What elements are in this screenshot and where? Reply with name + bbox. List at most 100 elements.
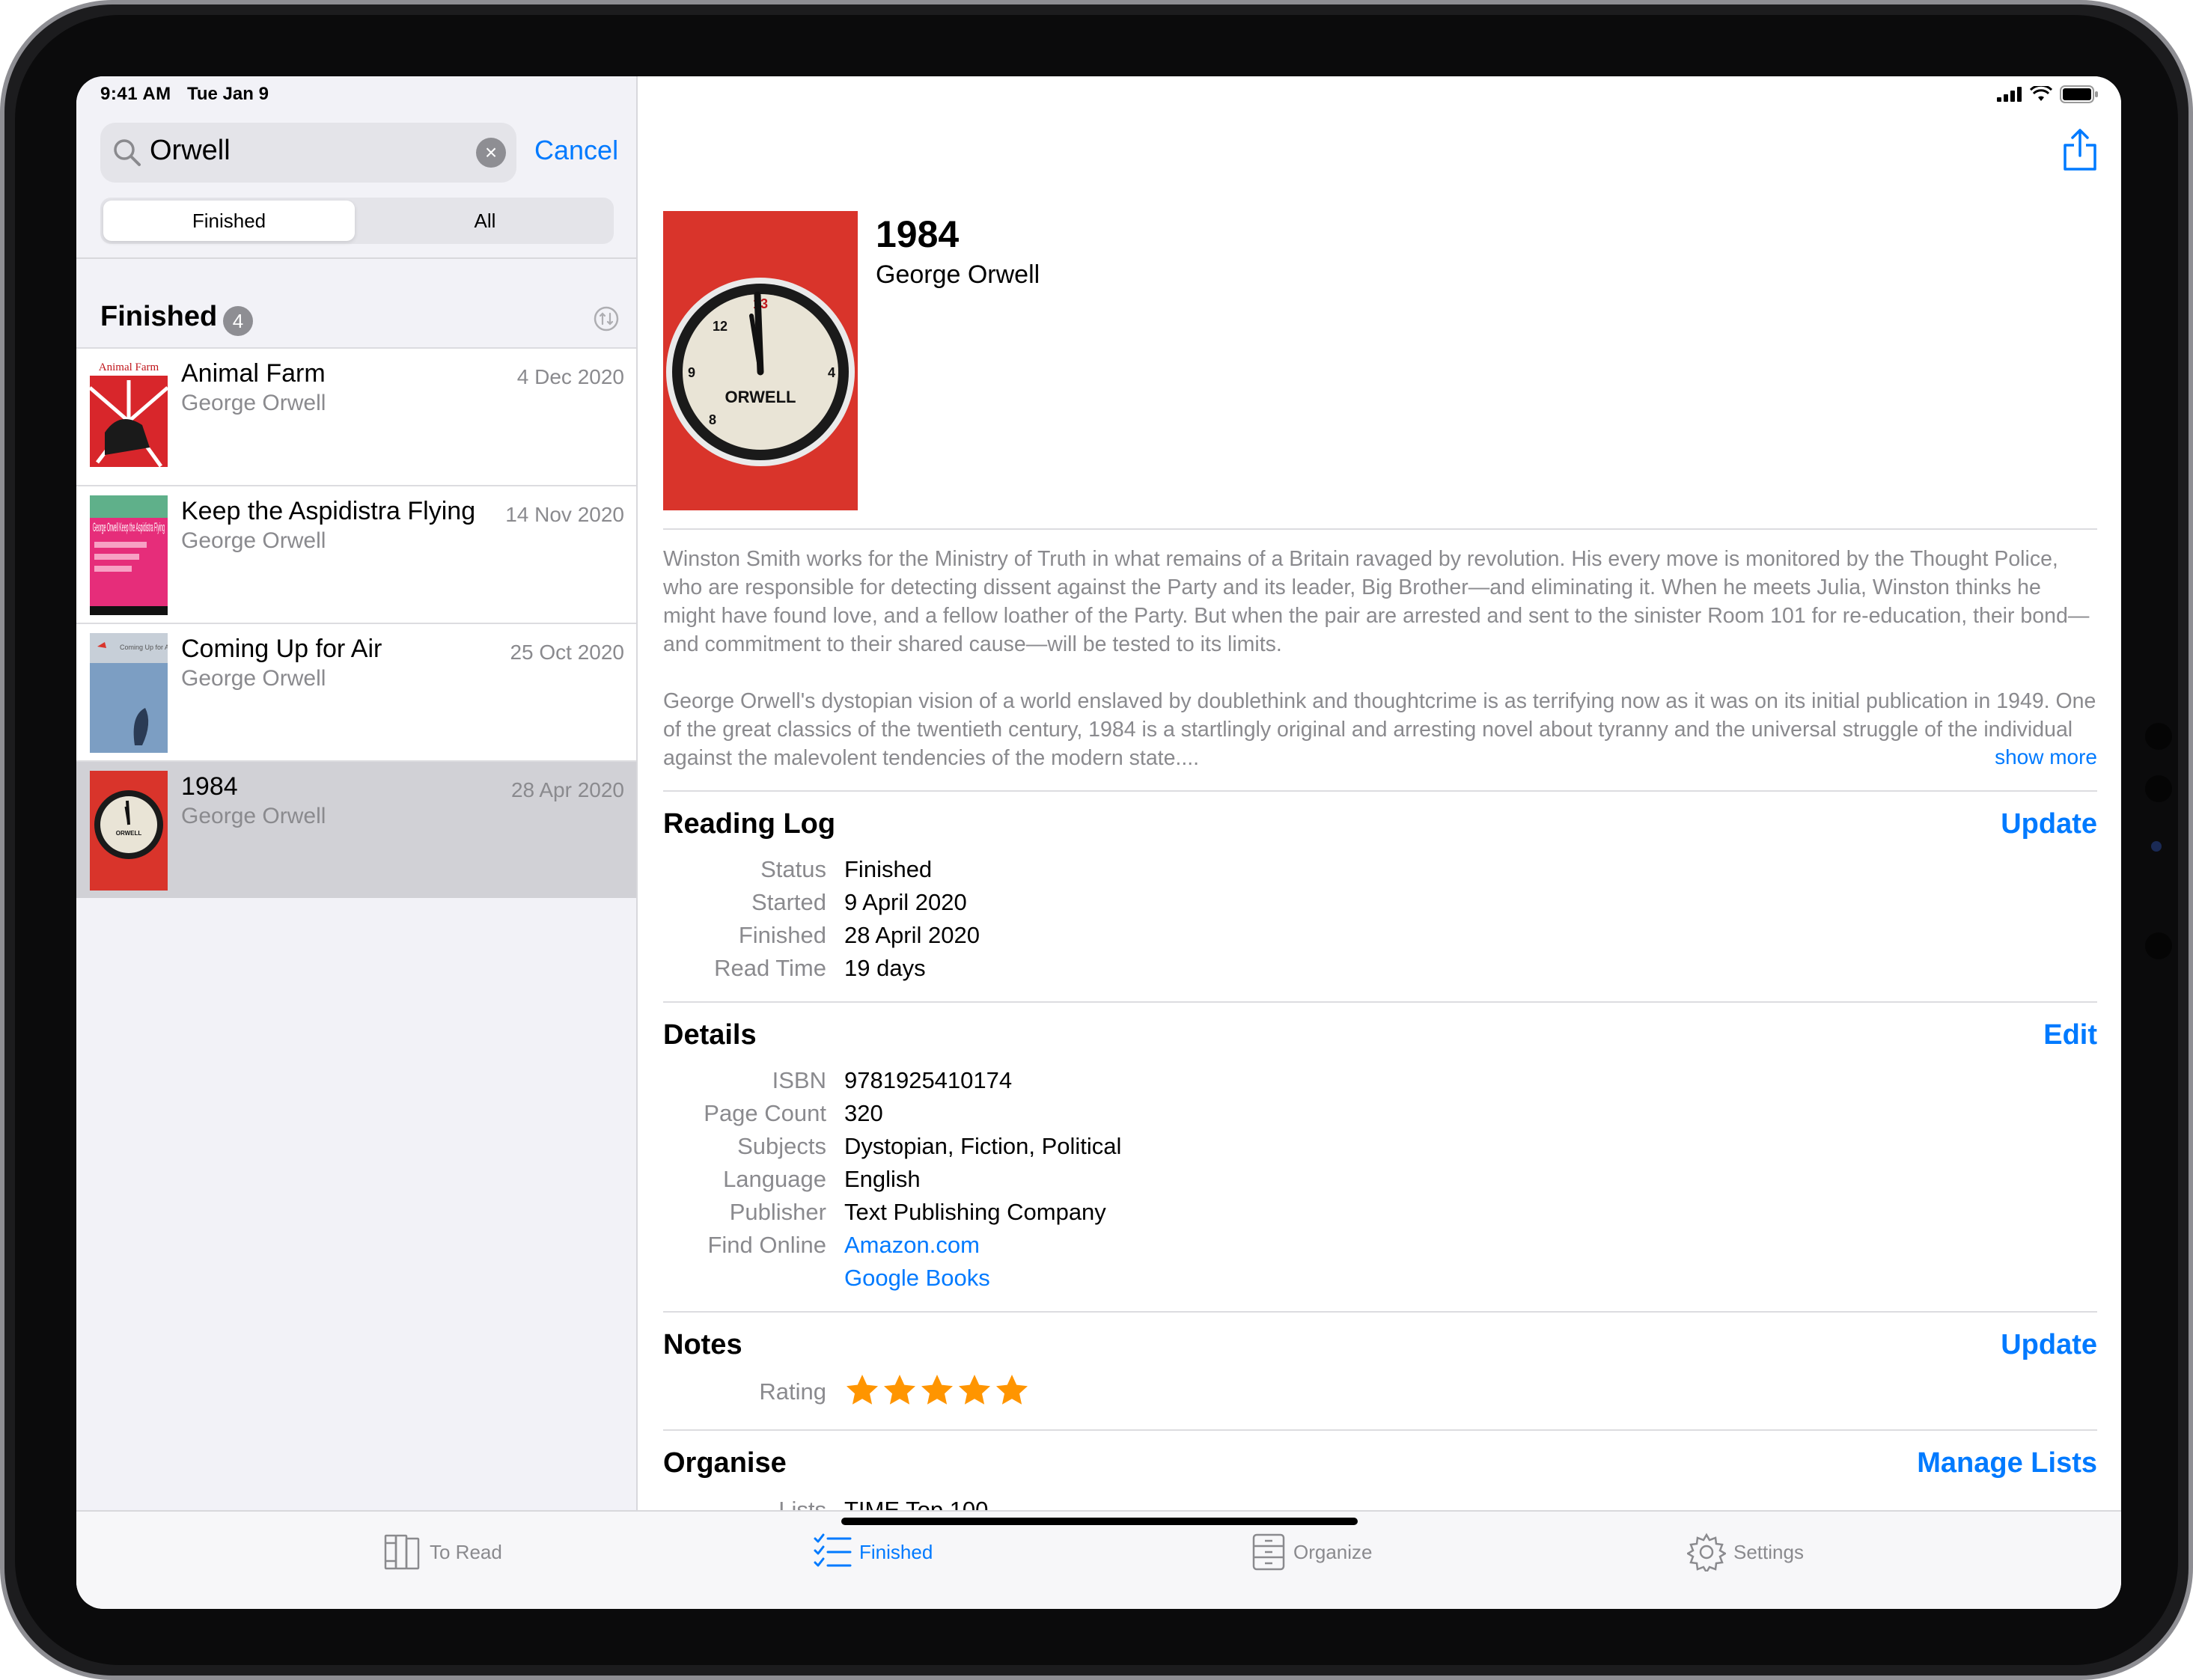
field-value: 320	[844, 1100, 883, 1126]
1984-cover-art: ORWELL	[90, 771, 168, 891]
cover-author-label: ORWELL	[725, 388, 796, 406]
reading-log-heading: Reading Log	[663, 808, 836, 840]
reading-log-row: Read Time 19 days	[663, 955, 1561, 988]
manage-lists-button[interactable]: Manage Lists	[1917, 1447, 2097, 1479]
status-icons	[1997, 85, 2099, 103]
list-item[interactable]: Coming Up for Air Coming Up for Air Geor…	[76, 623, 636, 760]
book-title: Coming Up for Air	[181, 635, 382, 663]
edit-details-button[interactable]: Edit	[2043, 1019, 2097, 1051]
coming-up-cover-art: Coming Up for Air	[90, 633, 168, 753]
finished-date: 4 Dec 2020	[516, 365, 624, 388]
star-icon	[959, 1375, 990, 1405]
sort-icon[interactable]	[593, 305, 620, 332]
amazon-link[interactable]: Amazon.com	[844, 1232, 980, 1259]
divider	[663, 790, 2097, 792]
book-author: George Orwell	[181, 666, 326, 691]
segment-finished[interactable]: Finished	[103, 201, 355, 241]
reading-log-row: Status Finished	[663, 856, 1561, 889]
status-time: 9:41 AM	[100, 84, 171, 104]
field-label: Language	[723, 1166, 826, 1192]
status-date: Tue Jan 9	[187, 84, 269, 104]
book-author: George Orwell	[181, 804, 326, 828]
field-value: Dystopian, Fiction, Political	[844, 1133, 1122, 1159]
search-input[interactable]: Orwell	[150, 135, 231, 167]
book-cover: ORWELL	[90, 771, 168, 891]
divider	[76, 257, 638, 259]
tab-label: Organize	[1293, 1540, 1373, 1563]
update-notes-button[interactable]: Update	[2001, 1329, 2097, 1361]
list-item[interactable]: Animal Farm Animal Farm George Orwell 4 …	[76, 347, 636, 485]
checklist-icon	[814, 1533, 852, 1567]
list-item[interactable]: George Orwell Keep the Aspidistra Flying…	[76, 485, 636, 623]
cover-title: Animal Farm	[99, 361, 159, 373]
field-label: Publisher	[729, 1199, 826, 1225]
field-label: Finished	[738, 922, 826, 948]
show-more-link[interactable]: show more	[1995, 745, 2097, 769]
finished-date: 14 Nov 2020	[505, 503, 624, 526]
tab-settings[interactable]: Settings	[1687, 1530, 1804, 1574]
book-description: Winston Smith works for the Ministry of …	[663, 545, 2097, 801]
camera-dot	[2145, 723, 2172, 750]
camera-dot	[2145, 932, 2172, 959]
screen: 9:41 AM Tue Jan 9 Orwell × Cancel Finish…	[76, 76, 2121, 1609]
books-icon	[384, 1534, 420, 1570]
google-books-link[interactable]: Google Books	[844, 1265, 990, 1292]
search-field[interactable]: Orwell ×	[100, 123, 516, 183]
tab-finished[interactable]: Finished	[813, 1530, 933, 1574]
organise-heading: Organise	[663, 1447, 787, 1479]
svg-text:9: 9	[688, 365, 695, 380]
cover-text: Coming Up for Air	[120, 644, 168, 651]
ipad-frame: 9:41 AM Tue Jan 9 Orwell × Cancel Finish…	[0, 0, 2193, 1680]
rating-row: Rating	[663, 1378, 1561, 1411]
field-label: Subjects	[737, 1133, 826, 1159]
divider	[663, 1311, 2097, 1313]
description-paragraph: George Orwell's dystopian vision of a wo…	[663, 689, 2096, 770]
book-title: 1984	[181, 772, 238, 801]
cellular-icon	[1997, 87, 2022, 102]
update-reading-log-button[interactable]: Update	[2001, 808, 2097, 840]
clear-icon[interactable]: ×	[476, 138, 506, 168]
tab-label: Settings	[1733, 1540, 1804, 1563]
tab-to-read[interactable]: To Read	[383, 1530, 502, 1574]
field-value: 28 April 2020	[844, 922, 980, 948]
field-label: Status	[760, 856, 826, 882]
book-detail: 13 4 9 8 12 ORWELL 1984 George Orwell Wi…	[639, 76, 2121, 1523]
notes-heading: Notes	[663, 1329, 742, 1360]
details-row: Subjects Dystopian, Fiction, Political	[663, 1133, 1561, 1166]
camera-lens	[2151, 841, 2162, 852]
book-title: Animal Farm	[181, 359, 326, 388]
camera-dot	[2145, 775, 2172, 802]
cabinet-icon	[1252, 1533, 1285, 1571]
tab-label: To Read	[430, 1540, 502, 1563]
scope-segmented-control: Finished All	[100, 198, 614, 244]
details-row: Language English	[663, 1166, 1561, 1199]
reading-log-row: Started 9 April 2020	[663, 889, 1561, 922]
reading-log-row: Finished 28 April 2020	[663, 922, 1561, 955]
cancel-button[interactable]: Cancel	[534, 135, 618, 166]
gear-icon	[1687, 1533, 1726, 1571]
star-icon	[884, 1375, 915, 1405]
share-icon[interactable]	[2061, 127, 2099, 172]
tab-organize[interactable]: Organize	[1251, 1530, 1373, 1574]
count-badge: 4	[223, 306, 253, 336]
home-indicator	[841, 1518, 1358, 1525]
cover-text: ORWELL	[116, 830, 142, 837]
svg-text:8: 8	[709, 412, 716, 427]
list-item-selected[interactable]: ORWELL 1984 George Orwell 28 Apr 2020	[76, 760, 636, 898]
details-row: Publisher Text Publishing Company	[663, 1199, 1561, 1232]
description-paragraph: Winston Smith works for the Ministry of …	[663, 547, 2090, 656]
finished-date: 28 Apr 2020	[510, 778, 624, 801]
field-value: 19 days	[844, 955, 926, 981]
sidebar: 9:41 AM Tue Jan 9 Orwell × Cancel Finish…	[76, 76, 638, 1510]
animal-farm-cover-art: Animal Farm	[90, 358, 168, 477]
book-author-large: George Orwell	[876, 260, 1040, 289]
details-row: Find Online Amazon.com	[663, 1232, 1561, 1265]
1984-cover-large: 13 4 9 8 12 ORWELL	[663, 211, 858, 510]
star-icon	[847, 1375, 878, 1405]
field-value: Text Publishing Company	[844, 1199, 1106, 1225]
section-title: Finished	[100, 301, 218, 332]
field-value: English	[844, 1166, 921, 1192]
segment-all[interactable]: All	[359, 201, 611, 241]
svg-text:4: 4	[828, 365, 835, 380]
divider	[663, 528, 2097, 530]
